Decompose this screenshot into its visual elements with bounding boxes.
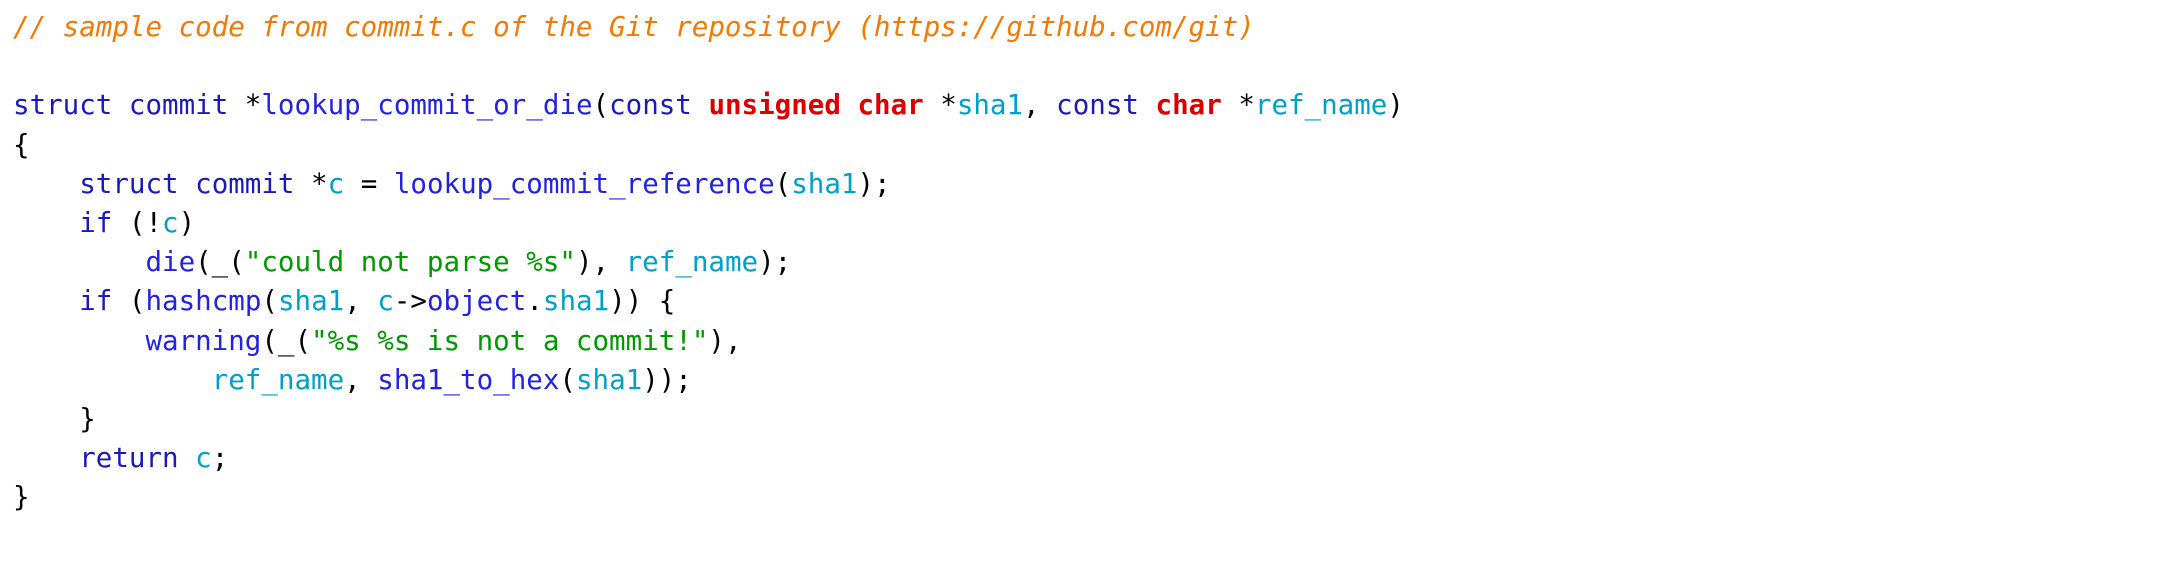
code-token-keyword_type: commit	[195, 167, 295, 200]
code-token-punctuation: ->	[393, 285, 427, 318]
code-token-punctuation: }	[13, 481, 30, 514]
code-token-keyword_bold: char	[1155, 89, 1222, 122]
code-token-variable: ref_name	[211, 363, 345, 396]
code-token-punctuation: =	[344, 167, 394, 200]
code-token-comment: // sample code from commit.c of the Git …	[13, 11, 1255, 43]
code-token-variable: sha1	[791, 167, 858, 200]
code-line: return c;	[13, 439, 2175, 478]
code-token-function: hashcmp	[145, 285, 262, 318]
code-token-string: "could not parse %s"	[244, 246, 576, 279]
code-token-keyword_bold: unsigned	[708, 89, 841, 122]
code-token-variable: ref_name	[1254, 89, 1388, 122]
code-line: }	[13, 478, 2175, 517]
code-token-variable: sha1	[956, 89, 1024, 122]
code-token-keyword_type: struct	[79, 167, 179, 200]
code-token-punctuation: (_(	[261, 324, 312, 357]
code-token-keyword_type: if	[79, 207, 113, 240]
code-line: warning(_("%s %s is not a commit!"),	[13, 322, 2175, 361]
code-token-punctuation: (_(	[195, 246, 245, 279]
code-token-punctuation: (	[592, 89, 610, 122]
code-token-variable: sha1	[542, 285, 610, 318]
code-token-function: object	[427, 285, 527, 318]
code-token-variable: c	[162, 207, 179, 240]
code-token-keyword_type: struct	[13, 89, 113, 122]
code-line: // sample code from commit.c of the Git …	[13, 8, 2175, 47]
code-token-function: warning	[145, 324, 262, 357]
code-line: if (!c)	[13, 204, 2175, 243]
code-token-punctuation: )	[178, 207, 196, 240]
code-token-punctuation: ),	[575, 246, 626, 279]
code-token-function: lookup_commit_reference	[393, 167, 775, 200]
code-token-function: lookup_commit_or_die	[261, 89, 593, 122]
code-token-punctuation: .	[526, 285, 543, 318]
code-token-punctuation: );	[857, 167, 891, 200]
code-token-variable: sha1	[277, 285, 345, 318]
code-token-keyword_type: return	[79, 442, 179, 475]
code-token-punctuation: ,	[344, 363, 378, 396]
code-token-punctuation: *	[923, 89, 957, 122]
code-token-variable: c	[195, 442, 212, 475]
code-token-function: die	[145, 246, 196, 279]
code-token-punctuation: (!	[112, 207, 163, 240]
code-token-keyword_type: commit	[128, 89, 229, 122]
code-token-punctuation: ),	[708, 324, 742, 357]
code-token-string: "%s %s is not a commit!"	[311, 324, 709, 357]
code-token-function: sha1_to_hex	[377, 363, 560, 396]
code-token-punctuation: *	[294, 167, 328, 200]
code-listing[interactable]: // sample code from commit.c of the Git …	[0, 0, 2175, 518]
code-token-keyword_bold: char	[857, 89, 924, 122]
code-token-punctuation: );	[758, 246, 792, 279]
code-line: struct commit *c = lookup_commit_referen…	[13, 165, 2175, 204]
code-token-punctuation: ;	[211, 442, 229, 475]
code-token-variable: sha1	[575, 363, 643, 396]
code-token-keyword_type: const	[1056, 89, 1139, 122]
code-token-punctuation: *	[1221, 89, 1255, 122]
code-token-variable: c	[377, 285, 394, 318]
code-token-punctuation: {	[13, 128, 30, 161]
code-token-punctuation: )	[1387, 89, 1404, 122]
code-line: {	[13, 126, 2175, 165]
code-line: ref_name, sha1_to_hex(sha1));	[13, 361, 2175, 400]
code-token-keyword_type: if	[79, 285, 113, 318]
code-token-punctuation: }	[13, 403, 96, 436]
code-token-keyword_type: const	[609, 89, 692, 122]
code-token-variable: ref_name	[625, 246, 759, 279]
code-token-punctuation: (	[112, 285, 146, 318]
code-token-variable: c	[327, 167, 345, 200]
code-line: die(_("could not parse %s"), ref_name);	[13, 243, 2175, 282]
code-token-punctuation: (	[261, 285, 278, 318]
code-line: struct commit *lookup_commit_or_die(cons…	[13, 86, 2175, 125]
code-token-punctuation: ,	[344, 285, 378, 318]
code-token-punctuation: (	[559, 363, 576, 396]
code-line: if (hashcmp(sha1, c->object.sha1)) {	[13, 282, 2175, 321]
code-token-punctuation: (	[774, 167, 792, 200]
code-line: }	[13, 400, 2175, 439]
code-token-punctuation: *	[228, 89, 262, 122]
code-token-punctuation: ,	[1023, 89, 1057, 122]
code-token-punctuation: )) {	[609, 285, 676, 318]
code-token-punctuation: ));	[642, 363, 692, 396]
